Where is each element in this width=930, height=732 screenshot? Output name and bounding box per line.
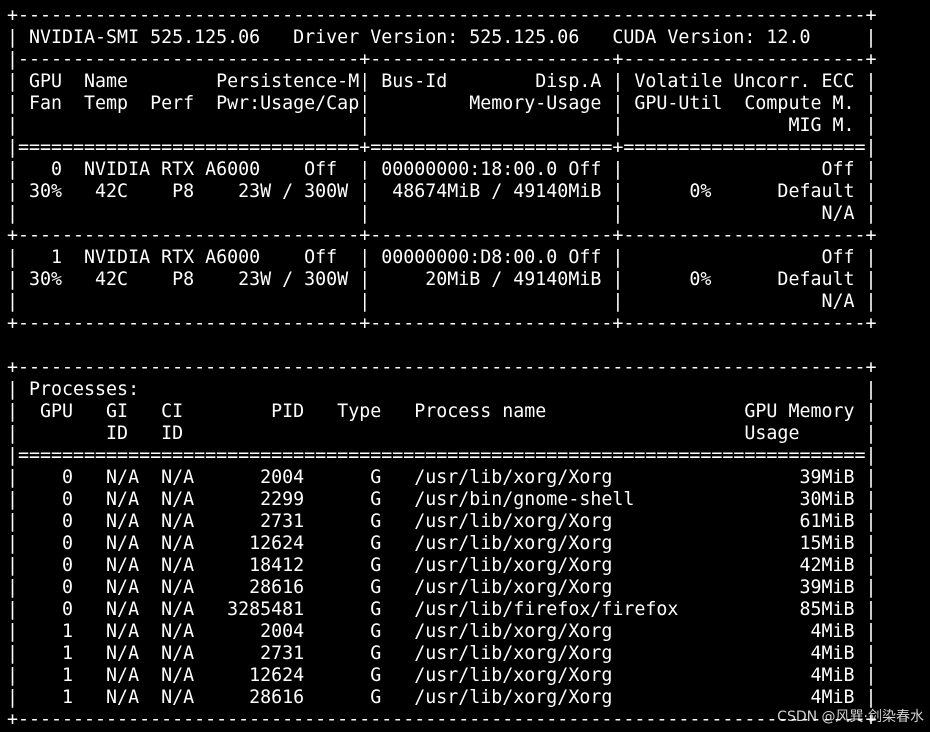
smi-version-line: | NVIDIA-SMI 525.125.06 Driver Version: … [7,27,877,48]
process-row: | 0 N/A N/A 28616 G /usr/lib/xorg/Xorg 3… [7,577,877,598]
processes-header-row-1: | GPU GI CI PID Type Process name GPU Me… [7,401,877,422]
gpu-header-row-2: | Fan Temp Perf Pwr:Usage/Cap| Memory-Us… [7,93,877,114]
process-row: | 0 N/A N/A 18412 G /usr/lib/xorg/Xorg 4… [7,555,877,576]
border-top: +---------------------------------------… [7,5,877,26]
gpu-1-row-2: | 30% 42C P8 23W / 300W | 20MiB / 49140M… [7,269,877,290]
table-divider: |-------------------------------+-------… [7,49,877,70]
processes-top-border: +---------------------------------------… [7,357,877,378]
gpu-0-row-2: | 30% 42C P8 23W / 300W | 48674MiB / 491… [7,181,877,202]
csdn-watermark: CSDN @风巽·剑染春水 [777,709,924,725]
gpu-0-row-1: | 0 NVIDIA RTX A6000 Off | 00000000:18:0… [7,159,877,180]
gpu-header-row-3: | | | MIG M. | [7,115,877,136]
process-row: | 1 N/A N/A 2731 G /usr/lib/xorg/Xorg 4M… [7,643,877,664]
header-separator: |===============================+=======… [7,137,877,158]
processes-bottom-border: +---------------------------------------… [7,709,877,730]
process-row: | 0 N/A N/A 3285481 G /usr/lib/firefox/f… [7,599,877,620]
gpu-1-row-1: | 1 NVIDIA RTX A6000 Off | 00000000:D8:0… [7,247,877,268]
gpu-0-row-3: | | | N/A | [7,203,877,224]
processes-header-row-2: | ID ID Usage | [7,423,877,444]
process-row: | 0 N/A N/A 12624 G /usr/lib/xorg/Xorg 1… [7,533,877,554]
process-row: | 1 N/A N/A 12624 G /usr/lib/xorg/Xorg 4… [7,665,877,686]
terminal-output[interactable]: +---------------------------------------… [7,5,877,731]
process-row: | 0 N/A N/A 2731 G /usr/lib/xorg/Xorg 61… [7,511,877,532]
processes-separator: |=======================================… [7,445,877,466]
gpu-table-bottom: +-------------------------------+-------… [7,313,877,334]
processes-title: | Processes: | [7,379,877,400]
process-row: | 0 N/A N/A 2004 G /usr/lib/xorg/Xorg 39… [7,467,877,488]
process-row: | 1 N/A N/A 2004 G /usr/lib/xorg/Xorg 4M… [7,621,877,642]
process-row: | 1 N/A N/A 28616 G /usr/lib/xorg/Xorg 4… [7,687,877,708]
gpu-header-row-1: | GPU Name Persistence-M| Bus-Id Disp.A … [7,71,877,92]
gpu-divider: +-------------------------------+-------… [7,225,877,246]
process-row: | 0 N/A N/A 2299 G /usr/bin/gnome-shell … [7,489,877,510]
gpu-1-row-3: | | | N/A | [7,291,877,312]
